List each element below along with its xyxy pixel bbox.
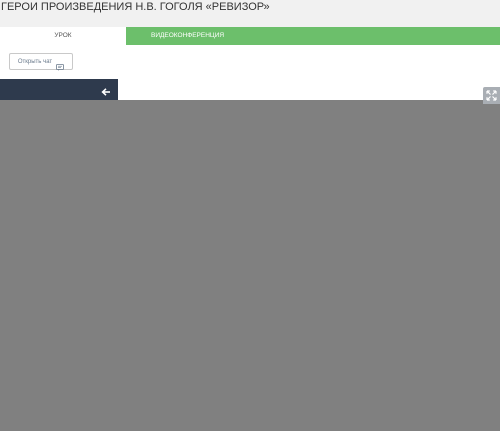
arrow-left-icon[interactable] — [101, 84, 111, 96]
chat-icon — [56, 58, 65, 71]
tab-lesson[interactable]: УРОК — [0, 27, 126, 45]
open-chat-label: Открыть чат — [17, 58, 53, 65]
modal-overlay — [0, 100, 500, 431]
expand-icon[interactable] — [483, 87, 500, 104]
tab-videoconference[interactable]: ВИДЕОКОНФЕРЕНЦИЯ — [126, 27, 500, 45]
open-chat-button[interactable]: Открыть чат — [9, 53, 73, 71]
sidebar-panel — [0, 79, 118, 100]
page-title: ГЕРОИ ПРОИЗВЕДЕНИЯ Н.В. ГОГОЛЯ «РЕВИЗОР» — [1, 1, 270, 13]
tab-bar: УРОК ВИДЕОКОНФЕРЕНЦИЯ — [0, 27, 500, 45]
page: ГЕРОИ ПРОИЗВЕДЕНИЯ Н.В. ГОГОЛЯ «РЕВИЗОР»… — [0, 0, 500, 431]
